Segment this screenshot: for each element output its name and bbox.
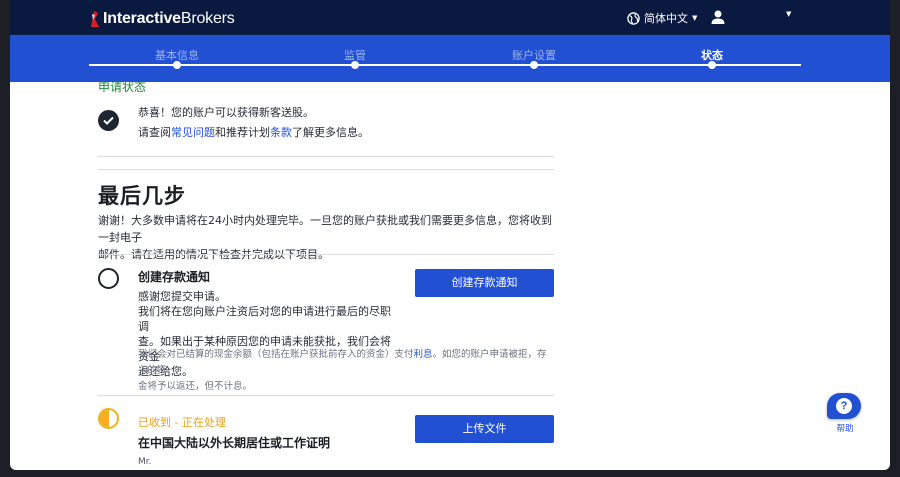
processing-status: 已收到 - 正在处理 bbox=[138, 416, 226, 429]
divider bbox=[98, 169, 554, 170]
brand-name-bold: Interactive bbox=[103, 10, 181, 27]
faq-link[interactable]: 常见问题 bbox=[171, 126, 215, 139]
divider bbox=[98, 254, 554, 255]
deposit-interest-note: 我们会对已结算的现金余额（包括在账户获批前存入的资金）支付利息。如您的账户申请被… bbox=[138, 347, 554, 395]
info-mid: 和推荐计划 bbox=[215, 126, 270, 139]
user-icon[interactable] bbox=[710, 9, 726, 25]
brand-logo[interactable]: Interactive Brokers bbox=[89, 9, 235, 29]
info-message: 请查阅常见问题和推荐计划条款了解更多信息。 bbox=[138, 124, 369, 140]
progress-line bbox=[89, 64, 801, 66]
language-selector[interactable]: 简体中文 ▼ bbox=[627, 9, 697, 27]
caret-down-icon: ▼ bbox=[692, 14, 698, 22]
half-circle-processing-icon bbox=[98, 408, 119, 429]
info-suffix: 了解更多信息。 bbox=[292, 126, 369, 139]
divider bbox=[98, 395, 554, 396]
help-bubble-icon: ? bbox=[827, 393, 861, 419]
intro-line-1: 谢谢！大多数申请将在24小时内处理完毕。一旦您的账户获批或我们需要更多信息，您将… bbox=[98, 214, 552, 244]
upload-file-button[interactable]: 上传文件 bbox=[415, 415, 554, 443]
pending-circle-icon bbox=[98, 268, 119, 289]
interest-link[interactable]: 利息 bbox=[414, 349, 433, 360]
deposit-body-line-2: 我们将在您向账户注资后对您的申请进行最后的尽职调 bbox=[138, 305, 391, 333]
final-steps-intro: 谢谢！大多数申请将在24小时内处理完毕。一旦您的账户获批或我们需要更多信息，您将… bbox=[98, 212, 554, 263]
application-status-title: 申请状态 bbox=[98, 80, 147, 94]
note-line-2: 金将予以返还，但不计息。 bbox=[138, 381, 253, 392]
top-navbar: Interactive Brokers 简体中文 ▼ ▼ bbox=[10, 0, 890, 35]
residence-proof-title: 在中国大陆以外长期居住或工作证明 bbox=[138, 436, 331, 450]
residence-partial-text: Mr. bbox=[138, 457, 152, 467]
final-steps-heading: 最后几步 bbox=[98, 184, 186, 208]
info-prefix: 请查阅 bbox=[138, 126, 171, 139]
deposit-body-line-1: 感谢您提交申请。 bbox=[138, 290, 226, 303]
congrats-message: 恭喜！您的账户可以获得新客送股。 bbox=[138, 106, 314, 119]
terms-link[interactable]: 条款 bbox=[270, 126, 292, 139]
step-dot-basic-info bbox=[173, 61, 181, 69]
step-dot-status bbox=[708, 61, 716, 69]
brand-name-light: Brokers bbox=[180, 10, 235, 27]
help-button[interactable]: ? 帮助 bbox=[827, 393, 863, 434]
language-label: 简体中文 bbox=[644, 12, 688, 25]
help-label: 帮助 bbox=[836, 424, 854, 434]
progress-steps: 基本信息 监管 账户设置 状态 bbox=[10, 35, 890, 82]
create-deposit-notification-button[interactable]: 创建存款通知 bbox=[415, 269, 554, 297]
deposit-notification-title: 创建存款通知 bbox=[138, 270, 211, 284]
step-dot-account-settings bbox=[530, 61, 538, 69]
ib-logo-icon bbox=[91, 11, 99, 27]
note-prefix: 我们会对已结算的现金余额（包括在账户获批前存入的资金）支付 bbox=[138, 349, 414, 360]
step-dot-regulatory bbox=[351, 61, 359, 69]
globe-icon bbox=[627, 11, 640, 25]
app-window: Interactive Brokers 简体中文 ▼ ▼ 基本信息 监管 账户设置… bbox=[10, 0, 890, 470]
check-circle-icon bbox=[98, 110, 119, 131]
divider bbox=[98, 156, 554, 157]
user-menu-caret-icon[interactable]: ▼ bbox=[786, 10, 791, 18]
